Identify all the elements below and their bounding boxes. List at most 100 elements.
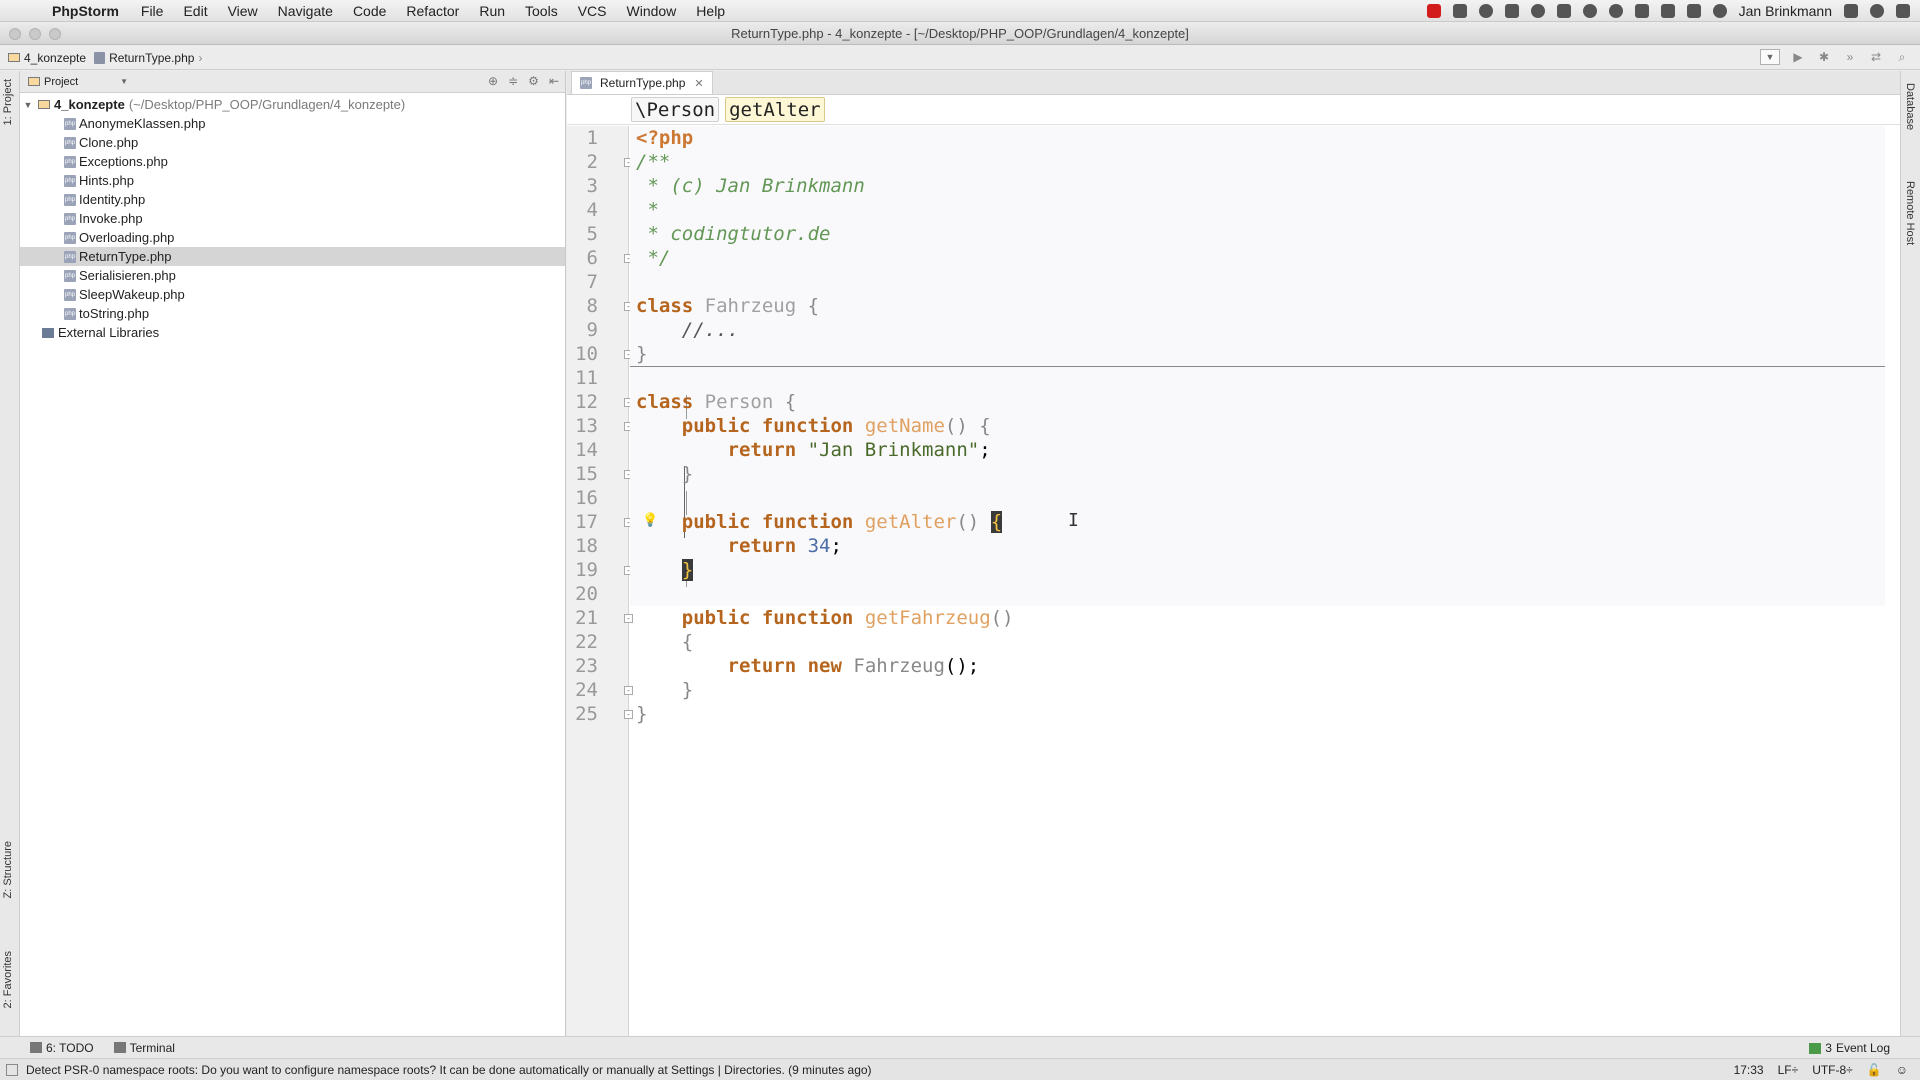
file-encoding[interactable]: UTF-8÷	[1812, 1063, 1853, 1077]
onepassword-icon[interactable]	[1530, 4, 1545, 18]
terminal-label: Terminal	[129, 1040, 175, 1055]
tree-file[interactable]: php Identity.php	[20, 190, 565, 209]
breadcrumb-class[interactable]: \Person	[631, 97, 720, 122]
line-separator[interactable]: LF÷	[1778, 1063, 1799, 1077]
spotlight-icon[interactable]	[1870, 4, 1884, 18]
menu-file[interactable]: File	[141, 3, 164, 19]
status-message[interactable]: Detect PSR-0 namespace roots: Do you wan…	[26, 1063, 872, 1077]
menubar-user[interactable]: Jan Brinkmann	[1739, 3, 1832, 19]
project-tool-tab[interactable]: 1: Project	[2, 79, 14, 125]
folder-icon	[38, 100, 50, 109]
tree-file[interactable]: php Exceptions.php	[20, 152, 565, 171]
line-number: 13	[575, 415, 598, 437]
expand-arrow-icon[interactable]: ▼	[22, 100, 34, 110]
terminal-tool-button[interactable]: Terminal	[113, 1040, 175, 1055]
navigation-bar: 4_konzepte ReturnType.php › ▼ ▶ ✱ » ⇄ ⌕	[0, 46, 1920, 70]
nav-crumb-project[interactable]: 4_konzepte	[8, 51, 86, 65]
display-icon[interactable]	[1634, 4, 1649, 18]
bookmark-icon[interactable]	[1556, 4, 1571, 18]
code-line: }	[681, 679, 694, 701]
line-number: 2	[586, 151, 598, 173]
line-number: 3	[586, 175, 598, 197]
coverage-icon[interactable]: »	[1842, 49, 1858, 65]
caret-position[interactable]: 17:33	[1734, 1063, 1764, 1077]
menu-refactor[interactable]: Refactor	[406, 3, 459, 19]
code-line: }	[636, 343, 648, 365]
time-machine-icon[interactable]	[1712, 4, 1727, 18]
run-config-dropdown[interactable]: ▼	[1760, 49, 1780, 65]
gear-icon[interactable]: ⚙	[528, 74, 539, 88]
tree-root[interactable]: ▼ 4_konzepte (~/Desktop/PHP_OOP/Grundlag…	[20, 95, 565, 114]
plus-icon[interactable]	[1504, 4, 1519, 18]
close-tab-icon[interactable]: ✕	[694, 77, 703, 90]
search-icon[interactable]: ⌕	[1894, 49, 1910, 65]
evernote-icon[interactable]	[1608, 4, 1623, 18]
hide-panel-icon[interactable]: ⇤	[549, 74, 559, 88]
breadcrumb-method[interactable]: getAlter	[725, 97, 825, 122]
dropbox-icon[interactable]	[1452, 4, 1467, 18]
favorites-tool-tab[interactable]: 2: Favorites	[2, 951, 14, 1008]
cloud-icon[interactable]	[1582, 4, 1597, 18]
volume-icon[interactable]	[1660, 4, 1675, 18]
menu-app-name[interactable]: PhpStorm	[52, 3, 119, 19]
bluetooth-icon[interactable]	[1686, 4, 1701, 18]
menu-code[interactable]: Code	[353, 3, 386, 19]
tree-file[interactable]: php Overloading.php	[20, 228, 565, 247]
tree-file[interactable]: php Serialisieren.php	[20, 266, 565, 285]
notification-icon[interactable]	[1896, 4, 1910, 18]
tree-file-label: Overloading.php	[79, 230, 175, 245]
database-tool-tab[interactable]: Database	[1904, 83, 1916, 130]
tree-file[interactable]: php toString.php	[20, 304, 565, 323]
run-toolbar: ▼ ▶ ✱ » ⇄ ⌕	[1760, 49, 1910, 65]
tree-file-label: AnonymeKlassen.php	[79, 116, 206, 131]
line-number: 24	[575, 679, 598, 701]
tree-file[interactable]: php Invoke.php	[20, 209, 565, 228]
php-file-icon: php	[64, 231, 76, 244]
php-file-icon	[94, 51, 106, 64]
line-number: 21	[575, 607, 598, 629]
todo-tool-button[interactable]: 6: TODO	[30, 1041, 94, 1055]
editor-gutter: 1 2-3 4 5 6-7 8-9 10-11 12-13-14 15-16 17-18 19-20…	[567, 126, 633, 1036]
code-line: /**	[636, 151, 671, 173]
toggle-tool-windows-icon[interactable]	[6, 1063, 18, 1076]
tree-file[interactable]: php Clone.php	[20, 133, 565, 152]
debug-icon[interactable]: ✱	[1816, 49, 1832, 65]
menu-vcs[interactable]: VCS	[578, 3, 607, 19]
vcs-icon[interactable]: ⇄	[1868, 49, 1884, 65]
event-log-button[interactable]: 3 Event Log	[1809, 1041, 1890, 1055]
tree-file-label: Invoke.php	[79, 211, 143, 226]
library-icon	[42, 327, 54, 338]
code-line: public function getName() {	[681, 415, 991, 437]
editor-tab-returntype[interactable]: php ReturnType.php ✕	[571, 71, 713, 94]
lock-icon[interactable]: 🔓	[1867, 1063, 1882, 1077]
scroll-from-source-icon[interactable]: ⊕	[488, 74, 498, 88]
project-view-selector[interactable]: Project ▼	[28, 76, 128, 88]
menu-help[interactable]: Help	[696, 3, 725, 19]
window-titlebar: ReturnType.php - 4_konzepte - [~/Desktop…	[0, 23, 1920, 45]
tree-external-libraries[interactable]: External Libraries	[20, 323, 565, 342]
nav-crumb-file[interactable]: ReturnType.php ›	[94, 51, 202, 65]
method-separator	[630, 366, 1885, 367]
menu-view[interactable]: View	[228, 3, 258, 19]
tree-file[interactable]: php Hints.php	[20, 171, 565, 190]
menu-window[interactable]: Window	[627, 3, 677, 19]
inspector-icon[interactable]: ☺	[1896, 1063, 1908, 1077]
record-icon[interactable]	[1426, 4, 1441, 18]
user-icon[interactable]	[1844, 4, 1858, 18]
structure-tool-tab[interactable]: Z: Structure	[2, 841, 14, 898]
tree-file[interactable]: php SleepWakeup.php	[20, 285, 565, 304]
menu-edit[interactable]: Edit	[183, 3, 207, 19]
php-file-icon: php	[64, 117, 76, 130]
remote-host-tool-tab[interactable]: Remote Host	[1904, 181, 1916, 245]
menu-navigate[interactable]: Navigate	[278, 3, 333, 19]
menu-tools[interactable]: Tools	[525, 3, 558, 19]
tree-file[interactable]: php AnonymeKlassen.php	[20, 114, 565, 133]
sync-icon[interactable]	[1478, 4, 1493, 18]
menu-run[interactable]: Run	[479, 3, 505, 19]
tree-file-selected[interactable]: php ReturnType.php	[20, 247, 565, 266]
lightbulb-icon[interactable]: 💡	[642, 512, 658, 528]
collapse-all-icon[interactable]: ≑	[508, 74, 518, 88]
run-icon[interactable]: ▶	[1790, 49, 1806, 65]
code-area[interactable]: <?php /** * (c) Jan Brinkmann * * coding…	[630, 126, 1885, 1036]
php-file-icon: php	[64, 307, 76, 320]
